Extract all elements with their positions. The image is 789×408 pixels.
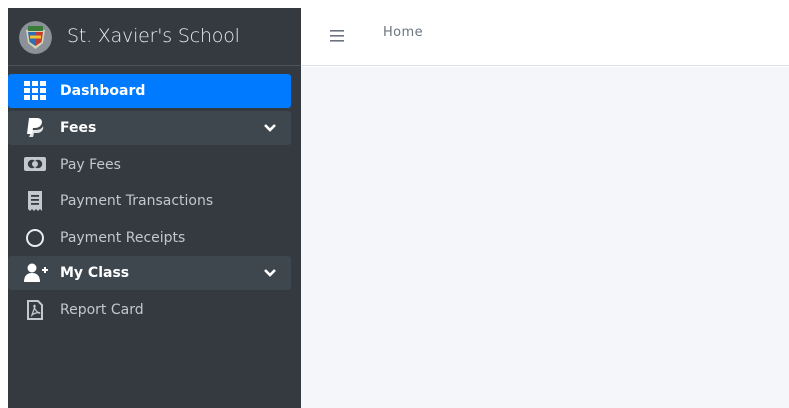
sidebar-item-payment-transactions[interactable]: Payment Transactions: [8, 184, 291, 218]
sidebar-item-label: Payment Receipts: [60, 230, 186, 246]
money-bill-icon: [24, 155, 46, 175]
receipt-icon: [24, 191, 46, 211]
sidebar-item-my-class[interactable]: My Class: [8, 256, 291, 290]
chevron-down-icon: [263, 266, 277, 280]
sidebar-item-label: Fees: [60, 120, 97, 136]
chevron-down-icon: [263, 121, 277, 135]
sidebar-item-label: Report Card: [60, 302, 144, 318]
sidebar-item-label: My Class: [60, 265, 130, 281]
home-link[interactable]: Home: [383, 25, 423, 40]
sidebar-item-label: Payment Transactions: [60, 193, 214, 209]
sidebar-item-payment-receipts[interactable]: Payment Receipts: [8, 221, 291, 255]
file-pdf-icon: [24, 300, 46, 320]
grid-icon: [24, 81, 46, 101]
top-navbar: Home: [301, 8, 789, 66]
hamburger-icon[interactable]: [330, 27, 344, 42]
sidebar-item-dashboard[interactable]: Dashboard: [8, 74, 291, 108]
paypal-icon: [24, 118, 46, 138]
brand-link[interactable]: St. Xavier's School: [8, 8, 301, 66]
content-area: [301, 67, 789, 408]
user-plus-icon: [24, 263, 48, 283]
sidebar-item-pay-fees[interactable]: Pay Fees: [8, 148, 291, 182]
sidebar-item-fees[interactable]: Fees: [8, 111, 291, 145]
sidebar: St. Xavier's School Dashboard Fees Pay F…: [8, 8, 301, 408]
circle-icon: [24, 228, 46, 248]
sidebar-item-label: Pay Fees: [60, 157, 121, 173]
school-logo: [19, 21, 52, 54]
school-name: St. Xavier's School: [67, 25, 240, 47]
sidebar-item-label: Dashboard: [60, 83, 146, 99]
sidebar-item-report-card[interactable]: Report Card: [8, 293, 291, 327]
